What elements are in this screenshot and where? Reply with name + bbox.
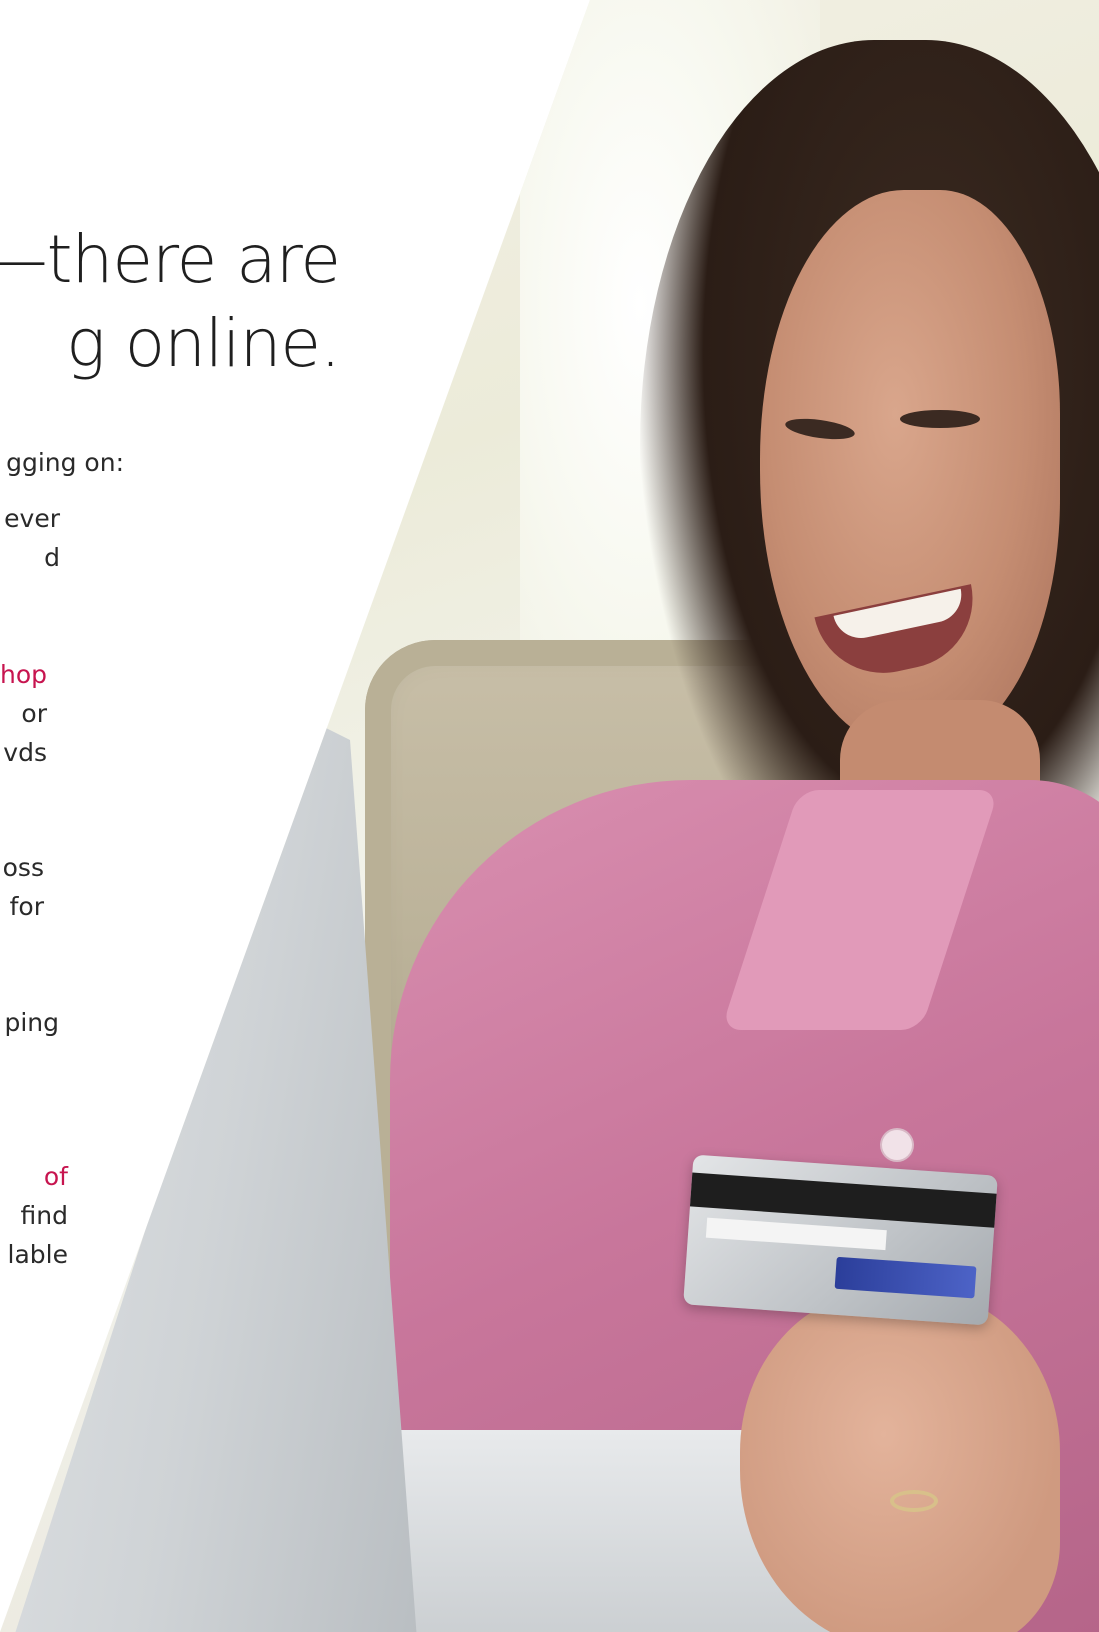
list-item-heading: of <box>43 1162 68 1191</box>
ring <box>890 1490 938 1512</box>
card-signature-strip <box>705 1217 887 1251</box>
list-item-heading: hop <box>0 660 47 689</box>
headline: —there are g online. <box>0 218 341 386</box>
list-item: ping <box>0 1003 59 1042</box>
list-item-line: or <box>21 699 47 728</box>
list-item: ever d <box>0 499 60 577</box>
list-item-line: ever <box>4 504 60 533</box>
list-item-line: lable <box>7 1240 68 1269</box>
right-eye <box>900 410 980 428</box>
headline-line-2: g online. <box>66 305 341 382</box>
list-item: oss for <box>0 848 44 926</box>
headline-line-1: —there are <box>0 221 341 298</box>
list-item-line: vds <box>3 738 47 767</box>
list-item: of find lable <box>0 1157 68 1274</box>
credit-card <box>683 1154 998 1326</box>
list-item-line: oss <box>2 853 44 882</box>
shirt-button <box>882 1130 912 1160</box>
intro-text: gging on: <box>6 448 124 477</box>
card-logo <box>834 1256 977 1299</box>
hand <box>740 1290 1060 1632</box>
list-item-line: d <box>44 543 60 572</box>
list-item-line: for <box>9 892 44 921</box>
list-item: hop or vds <box>0 655 47 772</box>
list-item-line: ping <box>4 1008 59 1037</box>
list-item-line: find <box>20 1201 68 1230</box>
